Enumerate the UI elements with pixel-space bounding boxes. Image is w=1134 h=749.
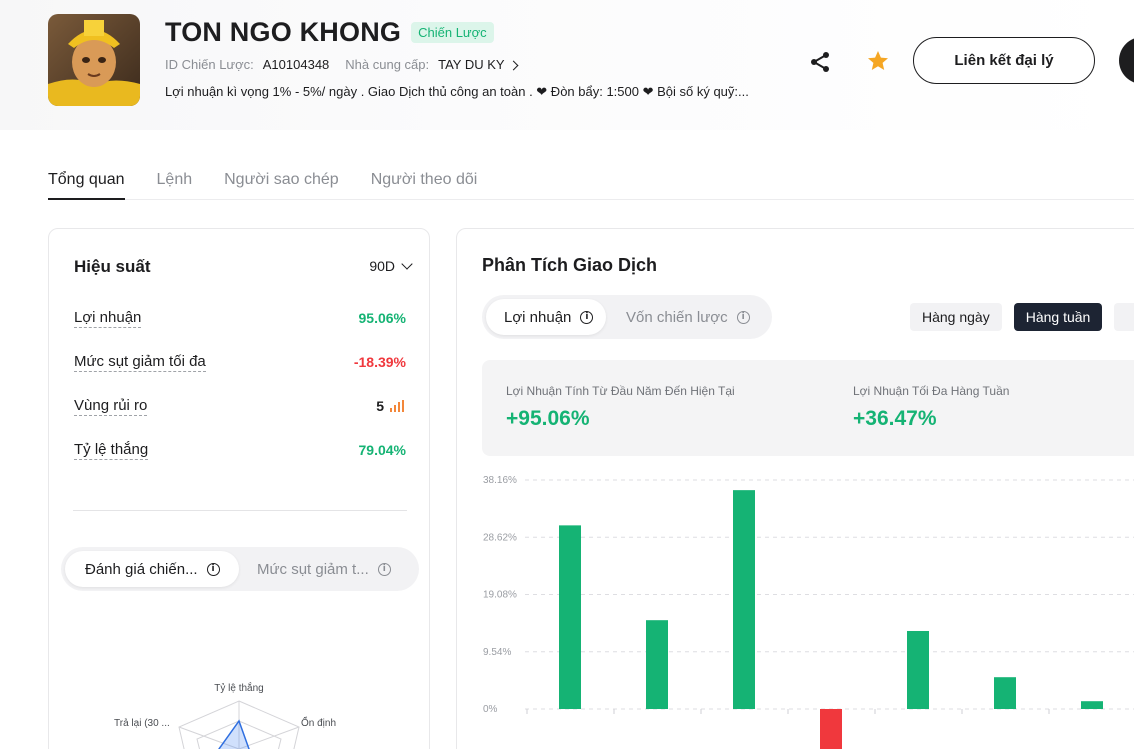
chevron-down-icon [401,258,413,270]
chart-bar[interactable] [1081,701,1103,709]
stat-label-ytd: Lợi Nhuận Tính Từ Đầu Năm Đến Hiện Tại [506,384,735,398]
strategy-avatar [48,14,140,106]
analysis-segment: Lợi nhuận i Vốn chiến lược i [482,295,772,339]
metric-max-drawdown: Mức sụt giảm tối đa -18.39% [74,351,406,373]
stat-value-ytd: +95.06% [506,407,590,430]
weekly-button[interactable]: Hàng tuần [1013,303,1103,331]
strategy-id-label: ID Chiến Lược: [165,57,254,72]
metric-label[interactable]: Tỷ lệ thắng [74,441,149,460]
weekly-profit-chart: 38.16% 28.62% 19.08% 9.54% 0% [483,475,1134,749]
star-icon[interactable] [866,49,890,73]
metric-win-rate: Tỷ lệ thắng 79.04% [74,439,406,461]
metric-value: 5 [376,398,384,414]
period-dropdown[interactable]: 90D [369,258,413,274]
segment-label: Đánh giá chiến... [85,560,198,578]
info-icon[interactable]: i [377,562,391,576]
radar-label-win-rate: Tỷ lệ thắng [214,681,263,694]
favorite-button[interactable] [864,47,892,75]
radar-chart: Tỷ lệ thắng Ổn định Trả lại (30 ... [114,681,336,749]
strategy-header: TON NGO KHONG Chiến Lược ID Chiến Lược: … [0,0,1134,130]
performance-title: Hiệu suất [74,257,151,276]
avatar-image [48,14,140,106]
segment-drawdown[interactable]: Mức sụt giảm t... i [257,551,415,587]
stat-value-max-weekly: +36.47% [853,407,937,430]
chart-bar[interactable] [907,630,929,709]
radar-label-stability: Ổn định [301,716,336,729]
risk-level-icon [390,400,406,412]
metric-value-group: 5 [376,398,406,414]
performance-card: Hiệu suất 90D Lợi nhuận 95.06% Mức sụt g… [48,228,430,749]
y-tick-label: 9.54% [483,647,511,658]
y-tick-label: 28.62% [483,532,517,543]
metric-value: -18.39% [353,354,406,370]
tab-overview[interactable]: Tổng quan [48,168,125,200]
segment-label: Mức sụt giảm t... [257,560,369,578]
metric-risk-zone: Vùng rủi ro 5 [74,395,406,417]
provider-label: Nhà cung cấp: [345,57,430,72]
divider [73,510,407,511]
share-icon[interactable] [808,50,832,74]
period-toggle: Hàng ngày Hàng tuần [910,303,1134,331]
chart-bar[interactable] [820,709,842,749]
strategy-description: Lợi nhuận kì vọng 1% - 5%/ ngày . Giao D… [165,84,749,99]
metric-value: 95.06% [358,310,406,326]
share-button[interactable] [806,48,834,76]
tab-orders[interactable]: Lệnh [157,168,193,200]
chart-bar[interactable] [646,620,668,709]
y-tick-label: 0% [483,704,498,715]
provider-link[interactable]: TAY DU KY [438,57,504,72]
main-tabs: Tổng quan Lệnh Người sao chép Người theo… [48,168,1134,200]
info-icon[interactable]: i [736,310,750,324]
segment-strategy-rating[interactable]: Đánh giá chiến... i [65,551,239,587]
monthly-button[interactable] [1114,303,1134,331]
strategy-badge: Chiến Lược [411,21,494,43]
y-tick-label: 38.16% [483,475,517,486]
analysis-title: Phân Tích Giao Dịch [482,255,658,275]
metric-label[interactable]: Mức sụt giảm tối đa [74,353,206,372]
trade-analysis-card: Phân Tích Giao Dịch Lợi nhuận i Vốn chiế… [456,228,1134,749]
strategy-name: TON NGO KHONG [165,16,402,47]
copy-strategy-button[interactable] [1119,37,1134,84]
chart-bar[interactable] [559,525,581,709]
segment-profit[interactable]: Lợi nhuận i [486,299,606,335]
link-agent-button[interactable]: Liên kết đại lý [913,37,1095,84]
chart-bar[interactable] [994,677,1016,709]
tab-followers[interactable]: Người theo dõi [371,168,478,200]
segment-label: Lợi nhuận [504,308,572,326]
stats-summary: Lợi Nhuận Tính Từ Đầu Năm Đến Hiện Tại +… [482,360,1134,456]
stat-label-max-weekly: Lợi Nhuận Tối Đa Hàng Tuần [853,384,1010,398]
radar-label-return: Trả lại (30 ... [114,718,170,729]
chart-bar[interactable] [733,490,755,709]
tab-copiers[interactable]: Người sao chép [224,168,339,200]
metric-profit: Lợi nhuận 95.06% [74,307,406,329]
y-tick-label: 19.08% [483,590,517,601]
info-icon[interactable]: i [580,310,594,324]
info-icon[interactable]: i [206,562,220,576]
daily-button[interactable]: Hàng ngày [910,303,1002,331]
segment-strategy-capital[interactable]: Vốn chiến lược i [626,299,768,335]
metric-label[interactable]: Lợi nhuận [74,309,142,328]
period-value: 90D [369,258,395,274]
segment-label: Vốn chiến lược [626,308,728,326]
evaluation-segment: Đánh giá chiến... i Mức sụt giảm t... i [61,547,419,591]
metric-label[interactable]: Vùng rủi ro [74,397,148,416]
strategy-id-value: A10104348 [262,57,330,72]
chevron-right-icon[interactable] [508,60,519,70]
metric-value: 79.04% [358,442,406,458]
